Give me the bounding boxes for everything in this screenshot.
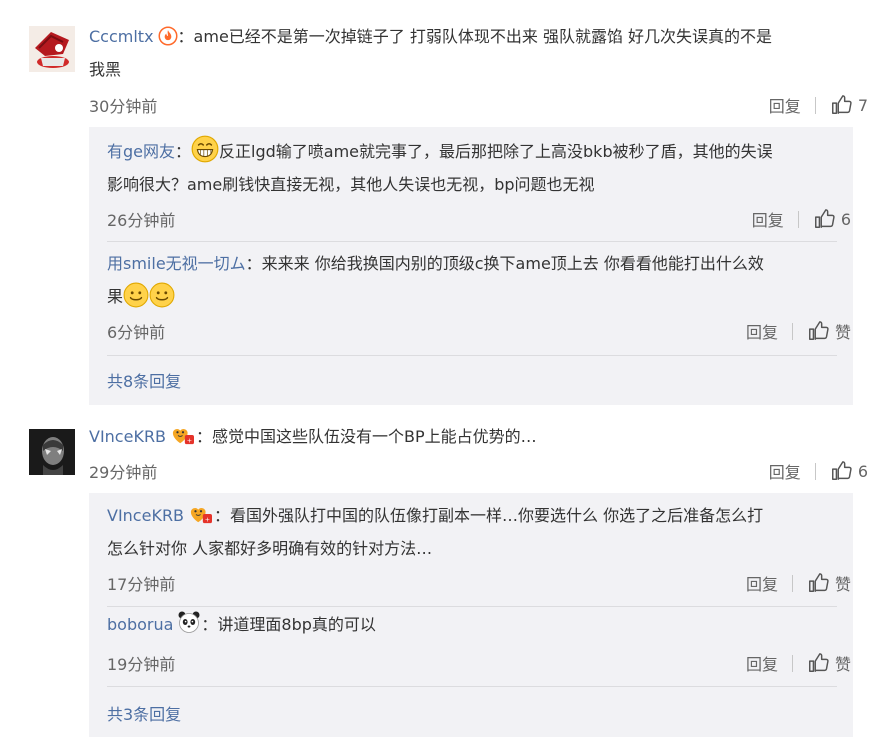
like-count: 6 <box>857 461 868 481</box>
reply-thread: VInceKRB ：看国外强队打中国的队伍像打副本一样…你要选什么 你选了之后准备… <box>89 493 853 737</box>
reply-text: ：来来来 你给我换国内别的顶级c换下ame顶上去 你看看他能打出什么效 <box>245 254 764 273</box>
reply-actions: 回复 赞 <box>746 651 851 675</box>
reply-thread: 有ge网友： 反正lgd输了喷ame就完事了，最后那把除了上高没bkb被秒了盾，其… <box>89 127 853 405</box>
timestamp: 19分钟前 <box>107 655 176 674</box>
thumbs-up-icon <box>830 94 852 116</box>
reply-button[interactable]: 回复 <box>752 207 784 231</box>
reply-divider <box>107 241 837 242</box>
username-link[interactable]: 用smile无视一切ム <box>107 254 246 273</box>
divider <box>791 322 793 340</box>
like-label: 赞 <box>834 575 851 594</box>
view-more-replies-link[interactable]: 共3条回复 <box>107 701 181 725</box>
reply-divider <box>107 686 837 687</box>
reply-divider <box>107 606 837 607</box>
like-button[interactable]: 7 <box>830 94 868 116</box>
like-count: 7 <box>857 95 868 115</box>
reply-text-cont: 怎么针对你 人家都好多明确有效的针对方法… <box>107 539 433 558</box>
divider <box>791 574 793 592</box>
divider <box>814 96 816 114</box>
avatar[interactable] <box>29 429 75 475</box>
thumbs-up-icon <box>813 208 835 230</box>
comment-actions: 回复 6 <box>769 459 868 483</box>
panda-badge-icon <box>177 610 201 634</box>
username-link[interactable]: VInceKRB <box>89 427 166 446</box>
reply-text-cont: 影响很大？ame刷钱快直接无视，其他人失误也无视，bp问题也无视 <box>107 175 595 194</box>
thumbs-up-icon <box>830 460 852 482</box>
divider <box>791 654 793 672</box>
reply-actions: 回复 赞 <box>746 571 851 595</box>
like-label: 赞 <box>834 655 851 674</box>
timestamp: 17分钟前 <box>107 575 176 594</box>
username-link[interactable]: 有ge网友 <box>107 142 175 161</box>
reply-divider <box>107 355 837 356</box>
divider <box>814 462 816 480</box>
divider <box>797 210 799 228</box>
timestamp: 26分钟前 <box>107 211 176 230</box>
timestamp: 6分钟前 <box>107 323 166 342</box>
heart-badge-icon <box>170 424 196 446</box>
comment-text: ：感觉中国这些队伍没有一个BP上能占优势的… <box>196 427 537 446</box>
username-link[interactable]: boborua <box>107 615 173 634</box>
smile-emoji-icon <box>149 282 175 308</box>
username-link[interactable]: VInceKRB <box>107 506 184 525</box>
reply-button[interactable]: 回复 <box>769 93 801 117</box>
like-button[interactable]: 6 <box>830 460 868 482</box>
timestamp: 30分钟前 <box>89 97 158 116</box>
thumbs-up-icon <box>807 320 829 342</box>
thumbs-up-icon <box>807 572 829 594</box>
reply-text-cont: 果 <box>107 287 124 306</box>
reply-text: ：讲道理面8bp真的可以 <box>201 615 376 634</box>
like-label: 赞 <box>834 323 851 342</box>
heart-badge-icon <box>188 503 214 525</box>
like-button[interactable]: 6 <box>813 208 851 230</box>
smile-emoji-icon <box>123 282 149 308</box>
like-button[interactable]: 赞 <box>807 319 851 343</box>
reply-actions: 回复 6 <box>752 207 851 231</box>
reply-button[interactable]: 回复 <box>746 319 778 343</box>
timestamp: 29分钟前 <box>89 463 158 482</box>
reply-button[interactable]: 回复 <box>769 459 801 483</box>
reply-button[interactable]: 回复 <box>746 651 778 675</box>
fire-badge-icon <box>158 26 178 46</box>
avatar[interactable] <box>29 26 75 72</box>
comment-text-cont: 我黑 <box>89 60 122 79</box>
view-more-replies-link[interactable]: 共8条回复 <box>107 368 181 392</box>
thumbs-up-icon <box>807 652 829 674</box>
username-link[interactable]: Cccmltx <box>89 27 154 46</box>
like-button[interactable]: 赞 <box>807 571 851 595</box>
like-button[interactable]: 赞 <box>807 651 851 675</box>
reply-text: ：看国外强队打中国的队伍像打副本一样…你要选什么 你选了之后准备怎么打 <box>214 506 764 525</box>
comment-text: ：ame已经不是第一次掉链子了 打弱队体现不出来 强队就露馅 好几次失误真的不是 <box>177 27 773 46</box>
grin-emoji-icon <box>191 135 219 163</box>
like-count: 6 <box>840 209 851 229</box>
reply-actions: 回复 赞 <box>746 319 851 343</box>
comment-actions: 回复 7 <box>769 93 868 117</box>
reply-text: 反正lgd输了喷ame就完事了，最后那把除了上高没bkb被秒了盾，其他的失误 <box>219 142 773 161</box>
reply-button[interactable]: 回复 <box>746 571 778 595</box>
